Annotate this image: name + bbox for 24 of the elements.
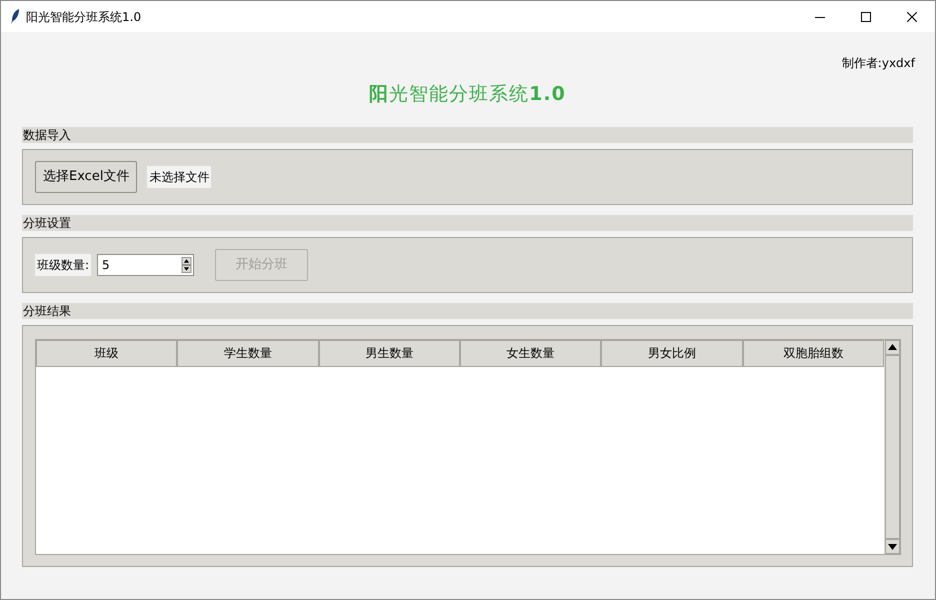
column-header[interactable]: 男生数量 bbox=[318, 340, 460, 366]
close-icon[interactable] bbox=[907, 12, 917, 22]
scroll-down-icon[interactable] bbox=[885, 538, 900, 554]
scrollbar[interactable] bbox=[884, 340, 900, 554]
file-status-label: 未选择文件 bbox=[147, 166, 212, 188]
column-header[interactable]: 班级 bbox=[36, 340, 178, 366]
section-header: 分班结果 bbox=[22, 302, 913, 318]
section-header: 数据导入 bbox=[22, 126, 913, 142]
class-count-spinbox[interactable]: 5 bbox=[97, 254, 194, 276]
window-title: 阳光智能分班系统1.0 bbox=[26, 8, 142, 26]
app-heading: 阳光智能分班系统1.0 bbox=[369, 82, 566, 107]
class-count-label: 班级数量: bbox=[35, 254, 92, 276]
author-label: 制作者:yxdxf bbox=[842, 55, 915, 72]
column-header[interactable]: 女生数量 bbox=[460, 340, 602, 366]
column-header[interactable]: 男女比例 bbox=[601, 340, 743, 366]
feather-icon bbox=[11, 9, 20, 24]
spin-up-icon[interactable] bbox=[181, 256, 192, 264]
column-header[interactable]: 双胞胎组数 bbox=[742, 340, 884, 366]
scroll-up-icon[interactable] bbox=[885, 340, 900, 354]
maximize-icon[interactable] bbox=[861, 12, 871, 22]
column-header[interactable]: 学生数量 bbox=[177, 340, 319, 366]
section-header: 分班设置 bbox=[22, 214, 913, 230]
choose-file-button[interactable]: 选择Excel文件 bbox=[35, 160, 138, 192]
scroll-thumb[interactable] bbox=[885, 354, 900, 538]
